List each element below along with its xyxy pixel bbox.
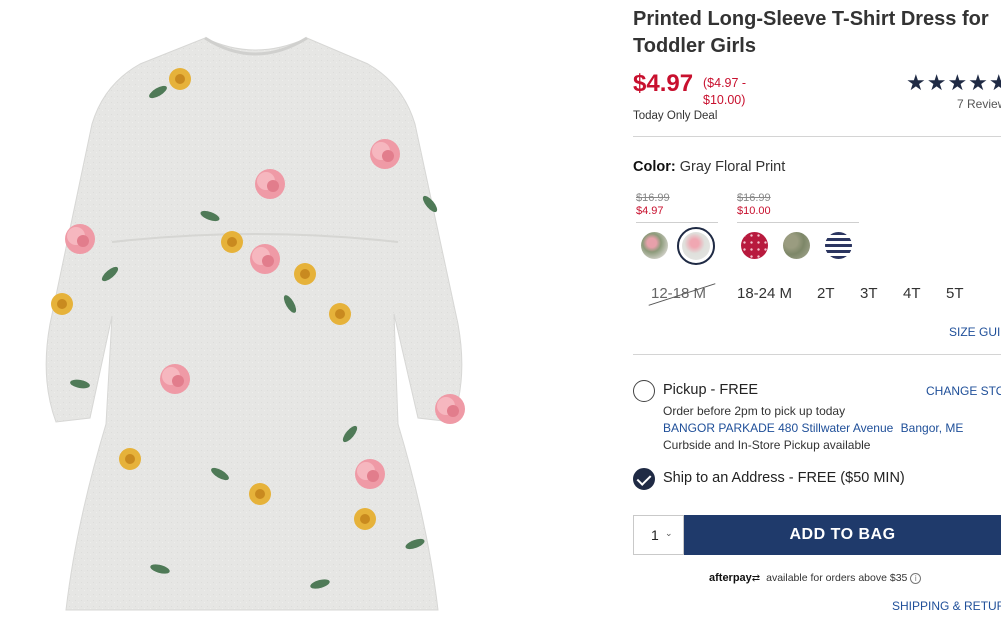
swatch-camo[interactable] (783, 232, 810, 259)
product-image[interactable]: Godbless sizing (20, 4, 488, 624)
reviews-link[interactable]: 7 Reviews (957, 97, 1001, 111)
curbside-note: Curbside and In-Store Pickup available (663, 438, 871, 452)
pickup-label: Pickup - FREE (663, 382, 759, 398)
product-details: Printed Long-Sleeve T-Shirt Dress for To… (633, 0, 1001, 624)
size-12-18m[interactable]: 12-18 M (651, 285, 706, 302)
dress-illustration (20, 4, 488, 624)
size-guide-link[interactable]: SIZE GUIDE (949, 325, 1001, 339)
ship-label: Ship to an Address - FREE ($50 MIN) (663, 470, 905, 486)
quantity-select[interactable]: 1 ⌄ (633, 515, 684, 555)
color-selection: Color: Gray Floral Print (633, 159, 785, 175)
size-5t[interactable]: 5T (946, 285, 964, 302)
afterpay-logo: afterpay (709, 572, 752, 584)
store-name-link[interactable]: BANGOR PARKADE 480 Stillwater Avenue Ban… (663, 421, 963, 435)
product-title: Printed Long-Sleeve T-Shirt Dress for To… (633, 8, 989, 57)
store-name: BANGOR PARKADE 480 Stillwater Avenue (663, 421, 894, 435)
swatch-gray-floral-selected[interactable] (677, 227, 715, 265)
swatch-navy-stripe[interactable] (825, 232, 852, 259)
size-4t[interactable]: 4T (903, 285, 921, 302)
rating-stars[interactable]: ★★★★★ (906, 70, 1001, 96)
swatch-green-floral[interactable] (641, 232, 668, 259)
color-value: Gray Floral Print (679, 159, 786, 175)
old-price: $16.99 (737, 192, 771, 204)
afterpay-note: afterpay⇄ available for orders above $35… (709, 572, 922, 584)
change-store-link[interactable]: CHANGE STORE (926, 384, 1001, 398)
group-divider (737, 222, 859, 223)
new-price: $4.97 (636, 205, 664, 217)
store-city: Bangor, ME (900, 421, 964, 435)
size-3t[interactable]: 3T (860, 285, 878, 302)
swatch-gray-floral-fill (682, 232, 710, 260)
deal-label: Today Only Deal (633, 110, 718, 122)
divider (633, 354, 1001, 355)
shipping-returns-link[interactable]: SHIPPING & RETURNS (892, 599, 1001, 613)
add-to-bag-button[interactable]: ADD TO BAG (684, 515, 1001, 555)
info-icon[interactable]: i (910, 572, 922, 584)
chevron-down-icon: ⌄ (665, 528, 673, 538)
pickup-order-note: Order before 2pm to pick up today (663, 404, 846, 418)
color-label: Color: (633, 159, 676, 175)
new-price: $10.00 (737, 205, 771, 217)
price-range-line1: ($4.97 - (703, 76, 747, 90)
price-range-line2: $10.00) (703, 93, 746, 107)
price-group-2: $16.99 $10.00 (737, 192, 771, 218)
afterpay-text: available for orders above $35 (766, 572, 908, 584)
divider (633, 136, 1001, 137)
group-divider (636, 222, 718, 223)
swatch-red-dot[interactable] (741, 232, 768, 259)
ship-radio[interactable] (633, 468, 655, 490)
afterpay-arrows-icon: ⇄ (751, 573, 761, 584)
sale-price: $4.97 (633, 70, 694, 97)
quantity-value: 1 (651, 527, 659, 543)
price-group-1: $16.99 $4.97 (636, 192, 670, 218)
pickup-radio[interactable] (633, 380, 655, 402)
old-price: $16.99 (636, 192, 670, 204)
watermark: Godbless sizing (24, 407, 38, 502)
size-18-24m[interactable]: 18-24 M (737, 285, 792, 302)
size-2t[interactable]: 2T (817, 285, 835, 302)
price-range: ($4.97 - $10.00) (703, 75, 746, 109)
